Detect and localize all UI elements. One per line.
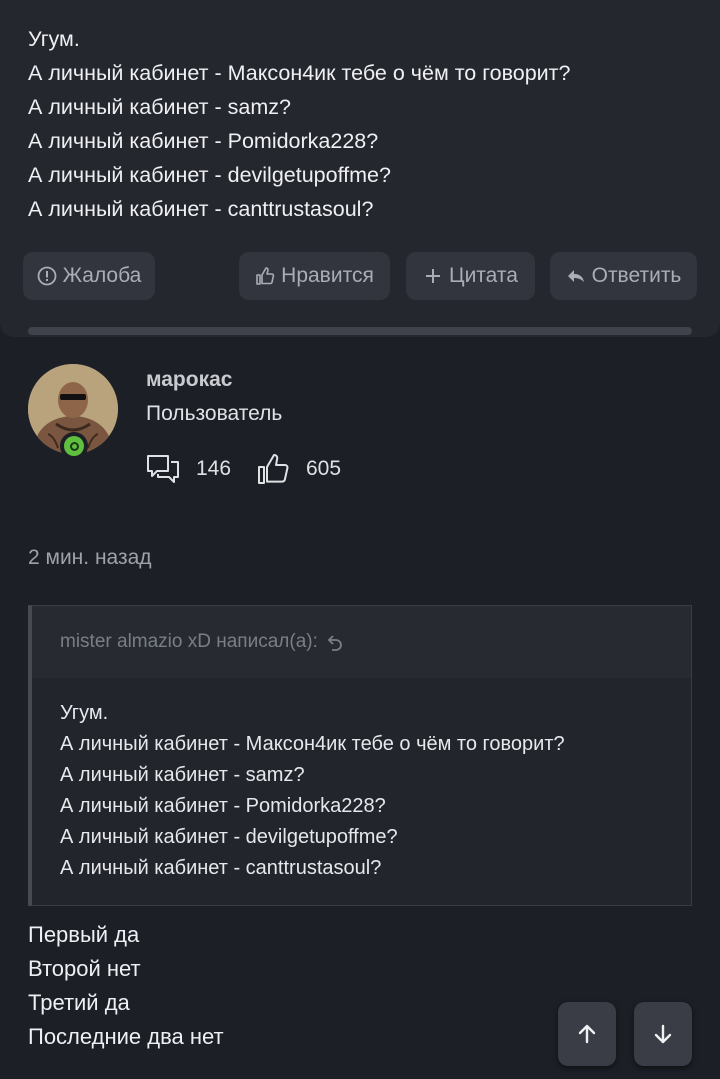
quote-line: А личный кабинет - canttrustasoul? xyxy=(60,857,382,879)
post-line: А личный кабинет - Максон4ик тебе о чём … xyxy=(28,61,571,85)
quote-line: А личный кабинет - samz? xyxy=(60,764,305,786)
thumbs-up-icon xyxy=(256,267,275,285)
author-role: Пользователь xyxy=(146,402,283,425)
report-label: Жалоба xyxy=(62,264,142,287)
scroll-up-button[interactable] xyxy=(558,1002,616,1066)
post-line: А личный кабинет - canttrustasoul? xyxy=(28,197,374,221)
author-name[interactable]: марокас xyxy=(146,368,232,392)
quote-author-text: mister almazio xD написал(а): xyxy=(60,631,318,652)
quote-line: А личный кабинет - Максон4ик тебе о чём … xyxy=(60,733,565,755)
post-timestamp[interactable]: 2 мин. назад xyxy=(28,546,152,570)
reply-message: Первый да Второй нет Третий да Последние… xyxy=(28,918,224,1054)
quote-label: Цитата xyxy=(449,264,518,287)
quote-content: Угум. А личный кабинет - Максон4ик тебе … xyxy=(32,678,691,884)
post-divider xyxy=(28,327,692,335)
report-button[interactable]: Жалоба xyxy=(23,252,155,300)
post-line: А личный кабинет - samz? xyxy=(28,95,291,119)
chat-bubbles-icon xyxy=(147,455,179,483)
post-line: А личный кабинет - devilgetupoffme? xyxy=(28,163,391,187)
plus-icon xyxy=(426,269,441,283)
reply-line: Третий да xyxy=(28,990,130,1015)
quote-line: Угум. xyxy=(60,702,109,724)
quote-header[interactable]: mister almazio xD написал(а): xyxy=(32,606,691,678)
online-status-indicator xyxy=(60,432,88,460)
quote-line: А личный кабинет - Pomidorka228? xyxy=(60,795,386,817)
reply-line: Первый да xyxy=(28,922,140,947)
like-label: Нравится xyxy=(281,264,374,287)
quote-button[interactable]: Цитата xyxy=(406,252,535,300)
jump-to-quote-icon[interactable] xyxy=(326,633,344,651)
messages-count-value: 146 xyxy=(196,457,232,480)
likes-count: 605 xyxy=(256,452,341,486)
scroll-down-button[interactable] xyxy=(634,1002,692,1066)
alert-circle-icon xyxy=(37,266,57,286)
likes-count-value: 605 xyxy=(306,457,342,480)
quote-line: А личный кабинет - devilgetupoffme? xyxy=(60,826,398,848)
reply-label: Ответить xyxy=(591,264,682,287)
previous-post-card: Угум. А личный кабинет - Максон4ик тебе … xyxy=(0,0,720,337)
arrow-up-icon xyxy=(578,1024,596,1044)
reply-button[interactable]: Ответить xyxy=(550,252,697,300)
reply-line: Последние два нет xyxy=(28,1024,224,1049)
thumbs-up-icon xyxy=(258,454,289,484)
reply-arrow-icon xyxy=(567,270,584,282)
reply-line: Второй нет xyxy=(28,956,141,981)
like-button[interactable]: Нравится xyxy=(239,252,390,300)
messages-count: 146 xyxy=(146,452,231,486)
post-message: Угум. А личный кабинет - Максон4ик тебе … xyxy=(28,22,570,226)
arrow-down-icon xyxy=(654,1024,672,1044)
post-line: Угум. xyxy=(28,27,80,51)
quote-block: mister almazio xD написал(а): Угум. А ли… xyxy=(28,605,692,906)
post-line: А личный кабинет - Pomidorka228? xyxy=(28,129,379,153)
